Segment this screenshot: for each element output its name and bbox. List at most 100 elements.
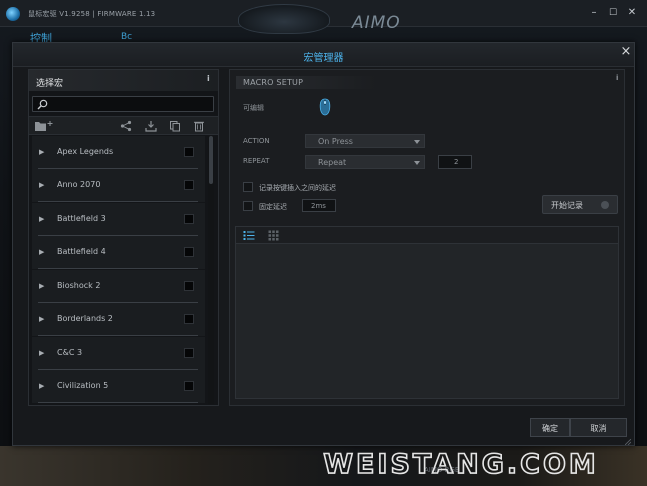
macro-manager-dialog: 宏管理器 × 选择宏 i ▶ Apex Legends ▶ Anno 2070 … [12,42,635,446]
divider [38,402,198,403]
dialog-header: 宏管理器 × [13,43,634,67]
list-item[interactable]: ▶ Anno 2070 [32,169,205,202]
background-tab-small: Bc [121,32,133,42]
share-icon[interactable] [120,120,132,132]
repeat-count-field[interactable]: 2 [438,155,472,169]
list-item-label: Battlefield 4 [57,247,106,256]
list-item-checkbox[interactable] [184,180,194,190]
panel-title: 选择宏 [36,79,64,89]
record-delay-checkbox[interactable] [243,182,253,192]
fixed-delay-checkbox[interactable] [243,201,253,211]
app-titlebar: 鼠标宏驱 V1.9258 | FIRMWARE 1.13 AIMO – ☐ ✕ [0,0,647,34]
list-scrollbar[interactable] [208,136,214,404]
list-item-checkbox[interactable] [184,214,194,224]
list-item[interactable]: ▶ Borderlands 2 [32,303,205,336]
list-item-checkbox[interactable] [184,247,194,257]
list-item-checkbox[interactable] [184,314,194,324]
cancel-button-label: 取消 [590,424,607,433]
chevron-down-icon [414,161,420,165]
close-icon[interactable]: × [619,45,633,59]
watermark-text: WEISTANG.COM [323,449,599,479]
start-record-button[interactable]: 开始记录 [542,195,618,214]
ok-button-label: 确定 [542,424,558,433]
list-item-label: Battlefield 3 [57,214,106,223]
record-indicator-icon [601,201,609,209]
minimize-icon[interactable]: – [588,7,600,19]
chevron-down-icon [414,140,420,144]
resize-grip-icon[interactable] [625,439,631,445]
new-folder-icon[interactable] [34,120,54,132]
panel-header: 选择宏 i [29,70,218,91]
list-item-checkbox[interactable] [184,147,194,157]
chevron-right-icon: ▶ [39,215,45,223]
app-logo-icon [6,7,20,21]
divider [38,335,198,336]
chevron-right-icon: ▶ [39,382,45,390]
editable-label: 可编辑 [243,104,264,112]
list-item-label: Apex Legends [57,147,114,156]
info-icon[interactable]: i [207,74,210,83]
chevron-right-icon: ▶ [39,181,45,189]
copy-icon[interactable] [169,120,181,132]
brand-logo: AIMO [352,13,401,33]
start-record-label: 开始记录 [551,201,583,210]
chevron-right-icon: ▶ [39,315,45,323]
chevron-right-icon: ▶ [39,282,45,290]
action-value: On Press [318,137,353,146]
import-icon[interactable] [145,120,157,132]
list-item-label: Civilization 5 [57,381,109,390]
list-item-label: C&C 3 [57,348,83,357]
macro-setup-panel: MACRO SETUP i 可编辑 ACTION On Press REPEAT… [229,69,625,406]
divider [38,201,198,202]
dialog-title: 宏管理器 [303,53,344,64]
list-item-label: Borderlands 2 [57,314,113,323]
list-view-icon[interactable] [243,230,255,241]
search-input[interactable] [51,98,211,110]
maximize-icon[interactable]: ☐ [607,7,619,19]
fixed-delay-label: 固定延迟 [259,203,287,211]
macro-toolbar [29,116,218,135]
list-item-checkbox[interactable] [184,348,194,358]
select-macro-panel: 选择宏 i ▶ Apex Legends ▶ Anno 2070 ▶ Battl… [28,69,219,406]
list-item[interactable]: ▶ C&C 3 [32,337,205,370]
delete-icon[interactable] [193,120,205,132]
scroll-thumb[interactable] [209,136,213,184]
list-item[interactable]: ▶ Battlefield 3 [32,203,205,236]
ok-button[interactable]: 确定 [530,418,570,437]
divider [38,268,198,269]
app-version-text: 鼠标宏驱 V1.9258 | FIRMWARE 1.13 [28,10,156,18]
search-icon [37,99,48,110]
repeat-dropdown[interactable]: Repeat [305,155,425,169]
panel-title: MACRO SETUP [243,78,304,87]
list-item[interactable]: ▶ Battlefield 4 [32,236,205,269]
list-item[interactable]: ▶ Civilization 5 [32,370,205,403]
chevron-right-icon: ▶ [39,148,45,156]
action-dropdown[interactable]: On Press [305,134,425,148]
cancel-button[interactable]: 取消 [570,418,627,437]
list-item-checkbox[interactable] [184,381,194,391]
search-box[interactable] [32,96,214,112]
list-item[interactable]: ▶ Apex Legends [32,136,205,169]
event-view-tabs [236,227,618,244]
macro-event-area[interactable] [235,226,619,399]
mouse-icon [319,98,331,116]
macro-list: ▶ Apex Legends ▶ Anno 2070 ▶ Battlefield… [32,136,205,404]
action-label: ACTION [243,137,270,145]
grid-view-icon[interactable] [268,230,279,241]
fixed-delay-value: 2ms [311,202,326,210]
mouse-silhouette-icon [238,4,330,34]
fixed-delay-field[interactable]: 2ms [302,199,336,212]
list-item-checkbox[interactable] [184,281,194,291]
chevron-right-icon: ▶ [39,248,45,256]
repeat-label: REPEAT [243,157,270,165]
list-item-label: Bioshock 2 [57,281,101,290]
record-delay-label: 记录按键插入之间的延迟 [259,184,336,192]
repeat-value: Repeat [318,158,347,167]
repeat-count-value: 2 [454,158,459,166]
list-item[interactable]: ▶ Bioshock 2 [32,270,205,303]
info-icon[interactable]: i [616,74,618,82]
window-close-icon[interactable]: ✕ [626,7,638,19]
list-item-label: Anno 2070 [57,180,101,189]
chevron-right-icon: ▶ [39,349,45,357]
watermark: WEISTANG.COM [322,449,599,479]
